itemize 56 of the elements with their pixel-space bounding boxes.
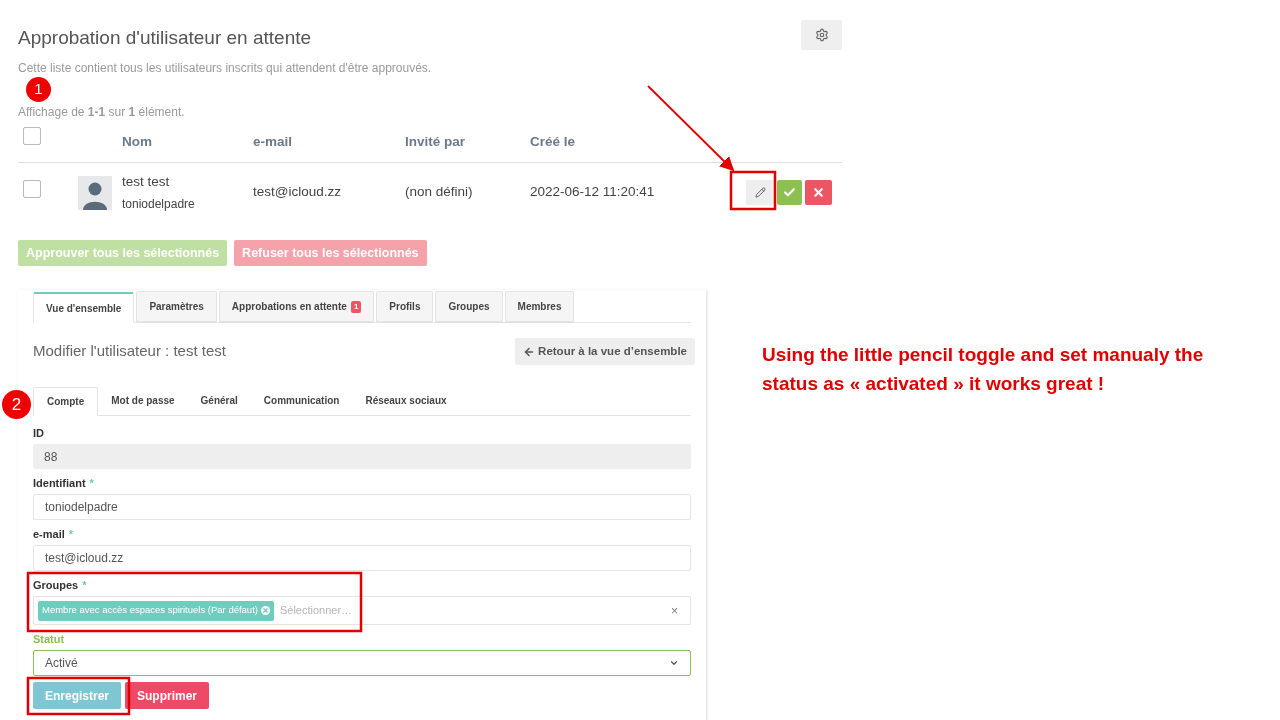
user-name: test test — [122, 173, 171, 192]
column-header: Créé le — [530, 133, 577, 152]
field-label: e-mail * — [33, 527, 74, 541]
status-select[interactable]: Activé — [33, 650, 691, 676]
pagination-summary: Affichage de 1-1 sur 1 élément. — [18, 104, 186, 121]
input-field[interactable]: 88 — [33, 444, 691, 469]
table-cell-text: test@icloud.zz — [253, 183, 342, 202]
tab[interactable]: Profils — [376, 291, 434, 322]
remove-icon[interactable] — [260, 606, 270, 615]
column-header: Nom — [122, 133, 153, 152]
tab[interactable]: Général — [187, 386, 251, 415]
delete-button[interactable]: Supprimer — [125, 682, 210, 709]
page-description: Cette liste contient tous les utilisateurs inscrits qui attendent d'être approuvés. — [18, 60, 433, 77]
tab[interactable]: Réseaux sociaux — [352, 386, 460, 415]
clear-button[interactable]: × — [671, 601, 678, 620]
placeholder-text: Sélectionner… — [279, 603, 353, 619]
tab[interactable]: Mot de passe — [98, 386, 188, 415]
highlight-frame — [729, 170, 777, 211]
tab[interactable]: Paramètres — [136, 291, 217, 322]
count-badge: 1 — [350, 300, 362, 313]
tab[interactable]: Compte — [33, 387, 99, 416]
edit-button[interactable] — [746, 180, 774, 205]
step-marker: 1 — [26, 77, 51, 102]
arrow-left-icon — [523, 345, 536, 358]
close-icon — [812, 186, 825, 199]
tab[interactable]: Groupes — [435, 291, 503, 322]
table-cell-text: (non défini) — [405, 183, 474, 202]
field-label: Groupes * — [33, 578, 87, 592]
page-title: Approbation d'utilisateur en attente — [18, 26, 312, 50]
column-header: e-mail — [253, 133, 294, 152]
approve-button[interactable] — [777, 180, 802, 205]
tab[interactable]: Communication — [250, 386, 353, 415]
annotation-note: Using the little pencil toggle and set manualy the status as « activated » it works great ! — [762, 343, 1205, 396]
tag-select-field[interactable]: Membre avec accès espaces spirituels (Par défaut) Sélectionner… × — [33, 596, 691, 625]
check-icon — [783, 186, 796, 199]
tab[interactable]: Membres — [504, 291, 575, 322]
checkbox[interactable] — [23, 126, 41, 145]
back-button[interactable]: Retour à la vue d’ensemble — [515, 338, 695, 365]
field-label: Statut — [33, 632, 65, 646]
checkbox[interactable] — [23, 179, 41, 198]
username: toniodelpadre — [122, 195, 196, 213]
pencil-icon — [754, 187, 766, 198]
settings-icon — [814, 28, 829, 42]
input-field[interactable]: test@icloud.zz — [33, 545, 691, 571]
field-label: ID — [33, 426, 44, 440]
tab[interactable]: Vue d'ensemble — [33, 292, 135, 323]
input-field[interactable]: toniodelpadre — [33, 494, 691, 520]
avatar — [78, 175, 112, 210]
field-label: Identifiant * — [33, 476, 94, 490]
settings-button[interactable] — [801, 20, 842, 50]
column-header: Invité par — [405, 133, 467, 152]
reject-button[interactable] — [805, 180, 832, 205]
table-cell-text: 2022-06-12 11:20:41 — [530, 183, 656, 202]
caret-icon — [669, 658, 679, 668]
form-title: Modifier l'utilisateur : test test — [33, 341, 226, 362]
tab[interactable]: Approbations en attente 1 — [218, 291, 375, 322]
